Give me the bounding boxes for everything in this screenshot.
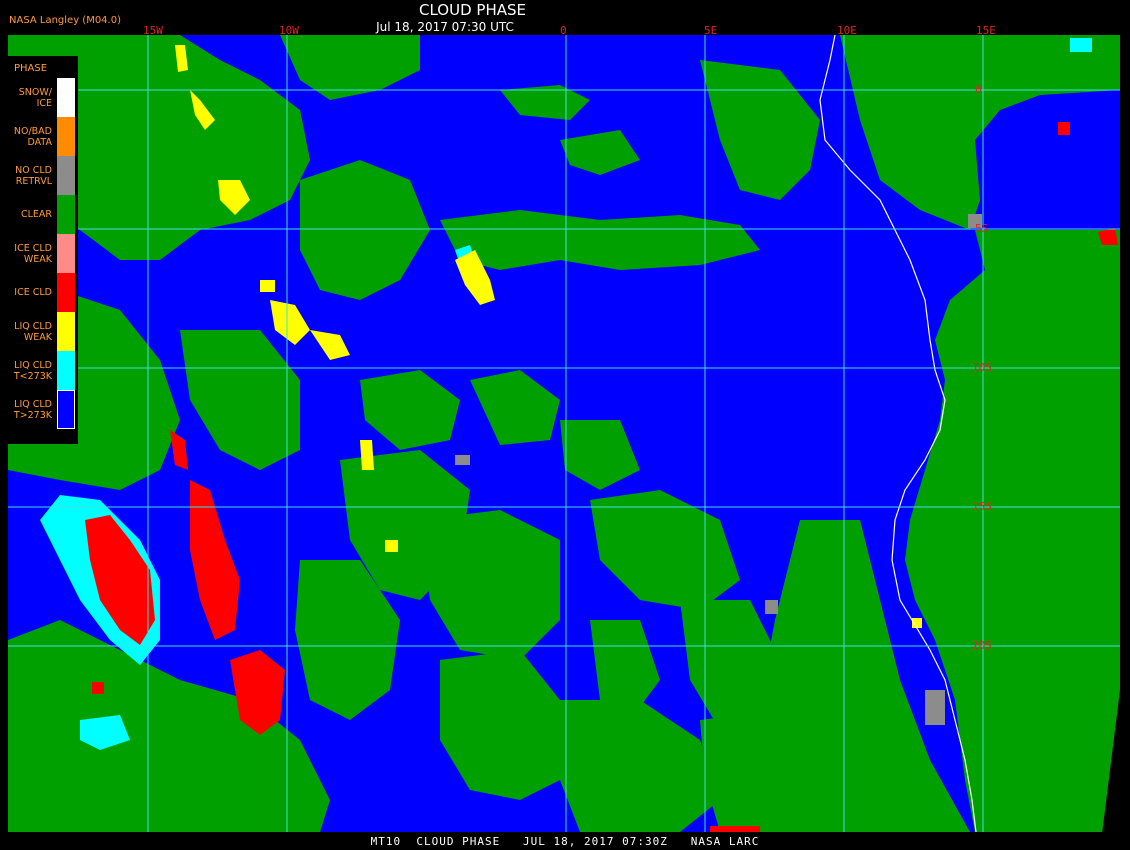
lat-label-5s: 5S bbox=[975, 222, 989, 235]
lon-label-15e: 15E bbox=[976, 24, 996, 37]
cloud-phase-map bbox=[8, 34, 1130, 850]
legend-swatch bbox=[57, 390, 75, 429]
legend-label: LIQ CLD T>273K bbox=[13, 398, 52, 421]
legend-label: CLEAR bbox=[20, 209, 52, 220]
lat-label-0: 0 bbox=[975, 83, 982, 96]
legend-label: ICE CLD WEAK bbox=[14, 242, 52, 265]
credit-label: NASA Langley (M04.0) bbox=[9, 15, 121, 26]
legend-label: NO CLD RETRVL bbox=[15, 164, 52, 187]
legend-label: SNOW/ ICE bbox=[18, 86, 52, 109]
legend-title: PHASE bbox=[14, 63, 48, 74]
lat-label-10s: 10S bbox=[972, 361, 992, 374]
lat-label-15s: 15S bbox=[972, 500, 992, 513]
legend-label: LIQ CLD WEAK bbox=[14, 320, 52, 343]
legend-swatch bbox=[57, 312, 75, 351]
lon-label-5e: 5E bbox=[704, 24, 718, 37]
legend-swatch bbox=[57, 156, 75, 195]
lon-label-0: 0 bbox=[560, 24, 567, 37]
legend-swatch bbox=[57, 117, 75, 156]
map-title: CLOUD PHASE bbox=[419, 1, 526, 19]
footer-caption: MT10 CLOUD PHASE JUL 18, 2017 07:30Z NAS… bbox=[370, 835, 760, 848]
legend-swatch bbox=[57, 234, 75, 273]
lon-label-15w: 15W bbox=[143, 24, 163, 37]
legend-label: LIQ CLD T<273K bbox=[13, 359, 52, 382]
lon-label-10w: 10W bbox=[279, 24, 299, 37]
lon-label-10e: 10E bbox=[837, 24, 857, 37]
legend-swatch bbox=[57, 78, 75, 117]
map-datetime: Jul 18, 2017 07:30 UTC bbox=[376, 20, 514, 34]
legend-label: NO/BAD DATA bbox=[13, 125, 52, 148]
legend-swatch bbox=[57, 273, 75, 312]
legend-swatch bbox=[57, 351, 75, 390]
legend-label: ICE CLD bbox=[14, 287, 52, 298]
legend-swatch bbox=[57, 195, 75, 234]
lat-label-20s: 20S bbox=[972, 639, 992, 652]
